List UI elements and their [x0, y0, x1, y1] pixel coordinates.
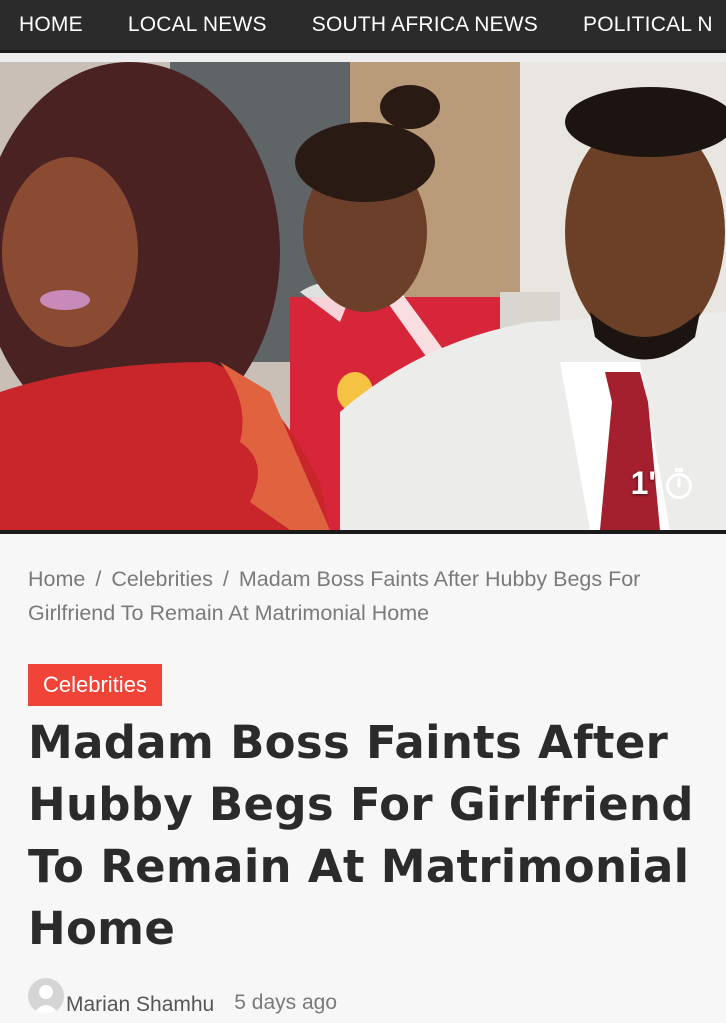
hero-image[interactable]: 1'	[0, 62, 726, 534]
avatar[interactable]	[28, 978, 64, 1014]
nav-item-local-news[interactable]: LOCAL NEWS	[128, 13, 267, 37]
hero-illustration	[0, 62, 726, 530]
author-name[interactable]: Marian Shamhu	[66, 993, 214, 1017]
publish-date: 5 days ago	[234, 991, 337, 1014]
nav-item-political-news[interactable]: POLITICAL N	[583, 13, 713, 37]
nav-divider	[0, 53, 726, 62]
article-meta: Marian Shamhu 5 days ago	[28, 975, 337, 1017]
duration-label: 1'	[630, 465, 656, 501]
nav-item-south-africa-news[interactable]: SOUTH AFRICA NEWS	[312, 13, 538, 37]
breadcrumb-separator: /	[95, 567, 102, 591]
user-icon	[33, 985, 59, 1014]
video-duration: 1'	[631, 465, 694, 502]
nav-item-home[interactable]: HOME	[19, 13, 83, 37]
article-title: Madam Boss Faints After Hubby Begs For G…	[28, 716, 694, 955]
category-badge[interactable]: Celebrities	[28, 664, 162, 706]
top-nav: HOME LOCAL NEWS SOUTH AFRICA NEWS POLITI…	[0, 0, 726, 53]
breadcrumb: Home / Celebrities / Madam Boss Faints A…	[28, 562, 708, 630]
stopwatch-icon	[664, 467, 694, 500]
breadcrumb-category[interactable]: Celebrities	[111, 567, 213, 591]
breadcrumb-separator: /	[222, 567, 229, 591]
breadcrumb-home[interactable]: Home	[28, 567, 85, 591]
